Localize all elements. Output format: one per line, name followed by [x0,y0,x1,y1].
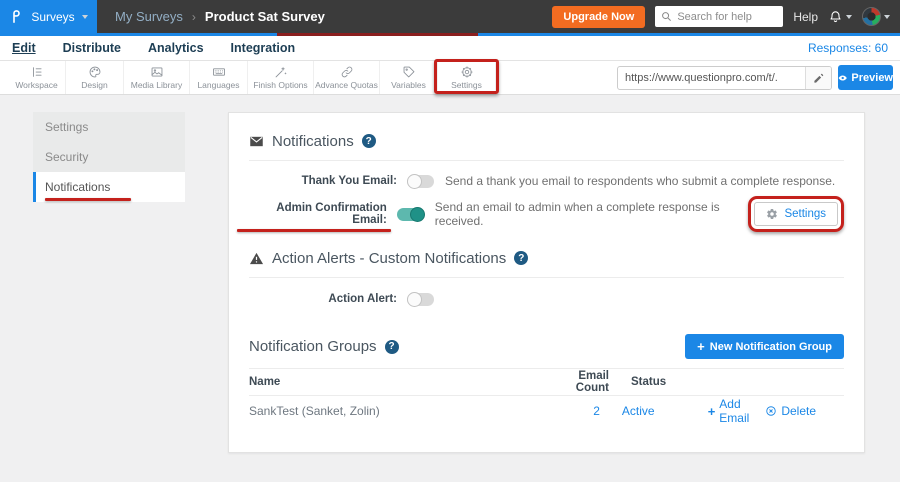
breadcrumb-current: Product Sat Survey [205,9,325,24]
workspace-icon [30,65,44,79]
languages-icon [212,65,226,79]
delete-icon [765,405,777,417]
chevron-down-icon [82,15,88,19]
groups-table-header: Name Email Count Status [249,369,844,395]
toolbar-item-workspace[interactable]: Workspace [8,61,66,94]
notifications-section-header: Notifications ? [249,131,844,151]
action-alert-toggle[interactable] [407,293,434,306]
divider [249,160,844,161]
preview-button[interactable]: Preview [838,65,893,90]
annotation-box-settings-button: Settings [748,196,844,232]
email-count-link[interactable]: 2 [593,404,600,418]
media-library-icon [150,65,164,79]
sidebar-item-notifications[interactable]: Notifications [33,172,185,202]
bell-icon [828,9,843,24]
help-search-input[interactable] [677,11,777,23]
status-link[interactable]: Active [622,404,655,418]
admin-confirmation-email-description: Send an email to admin when a complete r… [435,200,749,228]
design-icon [88,65,102,79]
thank-you-email-label: Thank You Email: [249,175,397,187]
thank-you-email-toggle[interactable] [407,175,434,188]
edit-url-button[interactable] [805,67,831,89]
finish-options-icon [274,65,288,79]
toolbar-item-settings[interactable]: Settings [438,61,496,94]
tab-distribute[interactable]: Distribute [63,41,121,55]
questionpro-logo-icon [9,9,24,24]
annotation-underline-notifications [45,198,131,202]
column-header-email-count: Email Count [549,370,609,394]
admin-confirmation-email-toggle[interactable] [397,208,424,221]
eye-icon [838,72,847,84]
toolbar-item-finish-options[interactable]: Finish Options [248,61,314,94]
breadcrumb-separator: › [192,10,196,24]
product-menu[interactable]: Surveys [0,0,97,33]
app-window: Surveys My Surveys › Product Sat Survey … [0,0,900,482]
plus-icon: + [708,405,716,418]
pencil-icon [813,73,824,84]
delete-button[interactable]: Delete [765,397,816,425]
avatar [862,7,881,26]
action-alert-row: Action Alert: [249,290,844,308]
upgrade-now-button[interactable]: Upgrade Now [552,6,645,28]
action-alerts-section-header: Action Alerts - Custom Notifications ? [249,248,844,268]
sidebar-item-security[interactable]: Security [33,142,185,172]
chevron-down-icon [884,15,890,19]
help-link[interactable]: Help [793,10,818,24]
product-menu-label: Surveys [31,10,74,24]
action-alert-label: Action Alert: [249,293,397,305]
help-search-box [655,6,783,27]
section-title: Notification Groups [249,338,377,355]
toolbar-item-languages[interactable]: Languages [190,61,248,94]
survey-nav: Edit Distribute Analytics Integration Re… [0,36,900,61]
topbar-actions: Upgrade Now Help [552,6,900,28]
toolbar-item-design[interactable]: Design [66,61,124,94]
chevron-down-icon [846,15,852,19]
column-header-status: Status [609,376,719,388]
tab-analytics[interactable]: Analytics [148,41,204,55]
toolbar-item-advance-quotas[interactable]: Advance Quotas [314,61,380,94]
admin-confirmation-email-label: Admin Confirmation Email: [249,202,387,226]
tab-integration[interactable]: Integration [231,41,296,55]
variables-icon [402,65,416,79]
section-title: Notifications [272,133,354,150]
notifications-bell-menu[interactable] [828,9,852,24]
advance-quotas-icon [340,65,354,79]
add-email-button[interactable]: + Add Email [708,397,750,425]
divider [249,277,844,278]
warning-icon [249,251,264,266]
breadcrumb: My Surveys › Product Sat Survey [115,9,325,24]
responses-count[interactable]: Responses: 60 [808,41,888,55]
settings-sidebar: Settings Security Notifications [33,112,185,202]
survey-url-field [617,66,832,90]
admin-confirmation-email-row: Admin Confirmation Email: Send an email … [249,197,844,231]
breadcrumb-parent[interactable]: My Surveys [115,9,183,24]
group-name: SankTest (Sanket, Zolin) [249,404,541,418]
table-row: SankTest (Sanket, Zolin) 2 Active + Add … [249,396,844,426]
help-icon[interactable]: ? [362,134,376,148]
column-header-name: Name [249,376,549,388]
settings-icon [460,65,474,79]
survey-url-input[interactable] [618,72,805,84]
help-icon[interactable]: ? [514,251,528,265]
envelope-icon [249,134,264,149]
notifications-panel: Notifications ? Thank You Email: Send a … [228,112,865,453]
notification-groups-header: Notification Groups ? + New Notification… [249,334,844,359]
edit-toolbar: Workspace Design Media Library Languages [0,61,900,95]
annotation-underline-admin-email [237,229,391,233]
search-icon [661,11,672,22]
sidebar-item-settings[interactable]: Settings [33,112,185,142]
section-title: Action Alerts - Custom Notifications [272,250,506,267]
new-notification-group-button[interactable]: + New Notification Group [685,334,844,359]
thank-you-email-row: Thank You Email: Send a thank you email … [249,172,844,190]
thank-you-email-description: Send a thank you email to respondents wh… [445,174,835,188]
tab-edit[interactable]: Edit [12,41,36,55]
account-menu[interactable] [862,7,890,26]
admin-email-settings-button[interactable]: Settings [754,202,838,226]
plus-icon: + [697,340,705,353]
gear-icon [766,208,778,220]
top-bar: Surveys My Surveys › Product Sat Survey … [0,0,900,33]
toolbar-item-variables[interactable]: Variables [380,61,438,94]
help-icon[interactable]: ? [385,340,399,354]
toolbar-item-media-library[interactable]: Media Library [124,61,190,94]
